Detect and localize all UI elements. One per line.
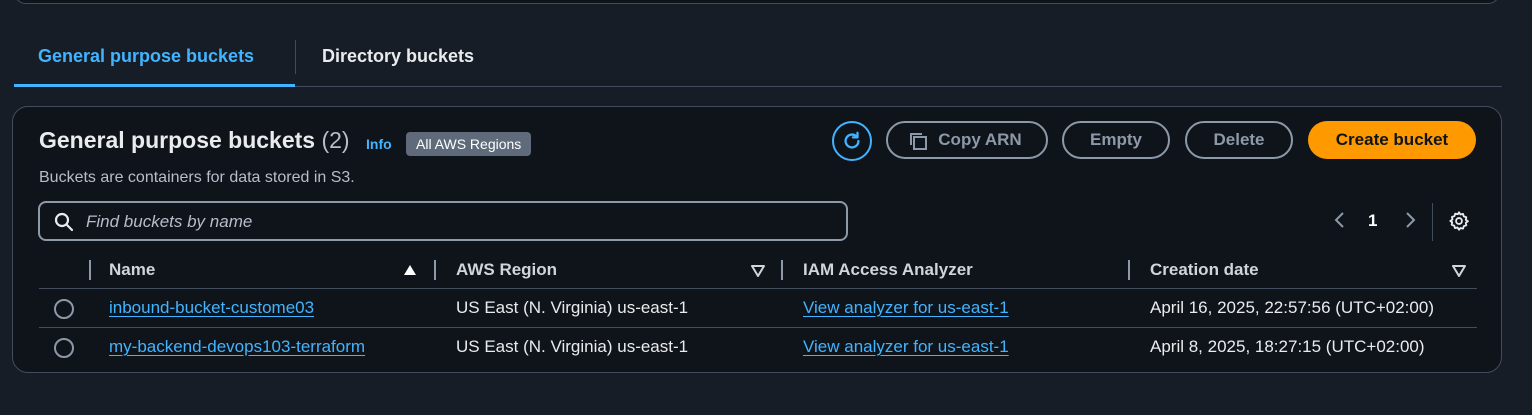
panel-title-text: General purpose buckets <box>39 127 316 153</box>
buckets-panel: General purpose buckets (2) Info All AWS… <box>12 106 1502 373</box>
view-analyzer-link[interactable]: View analyzer for us-east-1 <box>803 289 1009 327</box>
tab-general-purpose-buckets[interactable]: General purpose buckets <box>14 38 295 87</box>
table-row: inbound-bucket-custome03 US East (N. Vir… <box>39 289 1477 328</box>
bucket-name-link[interactable]: inbound-bucket-custome03 <box>109 289 314 327</box>
tab-label: Directory buckets <box>322 46 475 66</box>
search-icon <box>54 212 74 232</box>
search-input[interactable] <box>84 203 828 241</box>
table-row: my-backend-devops103-terraform US East (… <box>39 328 1477 366</box>
column-header-analyzer: IAM Access Analyzer <box>803 260 973 279</box>
chevron-left-icon[interactable] <box>1333 210 1347 230</box>
copy-arn-label: Copy ARN <box>938 130 1022 149</box>
sort-icon[interactable] <box>751 265 765 277</box>
refresh-icon <box>844 131 860 149</box>
refresh-button[interactable] <box>832 121 872 161</box>
creation-date: April 8, 2025, 18:27:15 (UTC+02:00) <box>1150 337 1425 356</box>
delete-button[interactable]: Delete <box>1185 121 1293 159</box>
row-select-radio[interactable] <box>54 338 74 358</box>
creation-date: April 16, 2025, 22:57:56 (UTC+02:00) <box>1150 298 1434 317</box>
column-divider <box>781 260 783 280</box>
chevron-right-icon[interactable] <box>1403 210 1417 230</box>
pager-divider <box>1432 203 1433 241</box>
panel-title: General purpose buckets (2) <box>39 127 350 154</box>
sort-icon[interactable] <box>1452 265 1466 277</box>
bucket-region: US East (N. Virginia) us-east-1 <box>456 298 689 317</box>
tab-directory-buckets[interactable]: Directory buckets <box>322 38 474 84</box>
panel-description: Buckets are containers for data stored i… <box>39 169 355 186</box>
column-divider <box>89 260 91 280</box>
current-page[interactable]: 1 <box>1368 211 1377 231</box>
info-link[interactable]: Info <box>366 136 392 152</box>
regions-badge: All AWS Regions <box>406 132 532 156</box>
tab-label: General purpose buckets <box>38 46 255 66</box>
column-header-name[interactable]: Name <box>109 252 155 288</box>
bucket-region: US East (N. Virginia) us-east-1 <box>456 337 689 356</box>
bucket-name-link[interactable]: my-backend-devops103-terraform <box>109 328 365 366</box>
bucket-count: (2) <box>321 127 350 153</box>
search-box <box>38 201 848 241</box>
column-divider <box>434 260 436 280</box>
column-header-creation-date[interactable]: Creation date <box>1150 252 1259 288</box>
copy-arn-button[interactable]: Copy ARN <box>886 121 1048 159</box>
tab-divider <box>295 40 296 74</box>
column-header-region[interactable]: AWS Region <box>456 252 557 288</box>
row-select-radio[interactable] <box>54 299 74 319</box>
copy-icon <box>910 133 927 150</box>
previous-panel <box>14 0 1500 4</box>
column-divider <box>1128 260 1130 280</box>
empty-button[interactable]: Empty <box>1062 121 1170 159</box>
create-bucket-button[interactable]: Create bucket <box>1308 121 1476 159</box>
sort-ascending-icon[interactable] <box>403 264 417 276</box>
bucket-type-tabs: General purpose buckets Directory bucket… <box>14 38 1502 87</box>
gear-icon[interactable] <box>1448 210 1470 232</box>
view-analyzer-link[interactable]: View analyzer for us-east-1 <box>803 328 1009 366</box>
